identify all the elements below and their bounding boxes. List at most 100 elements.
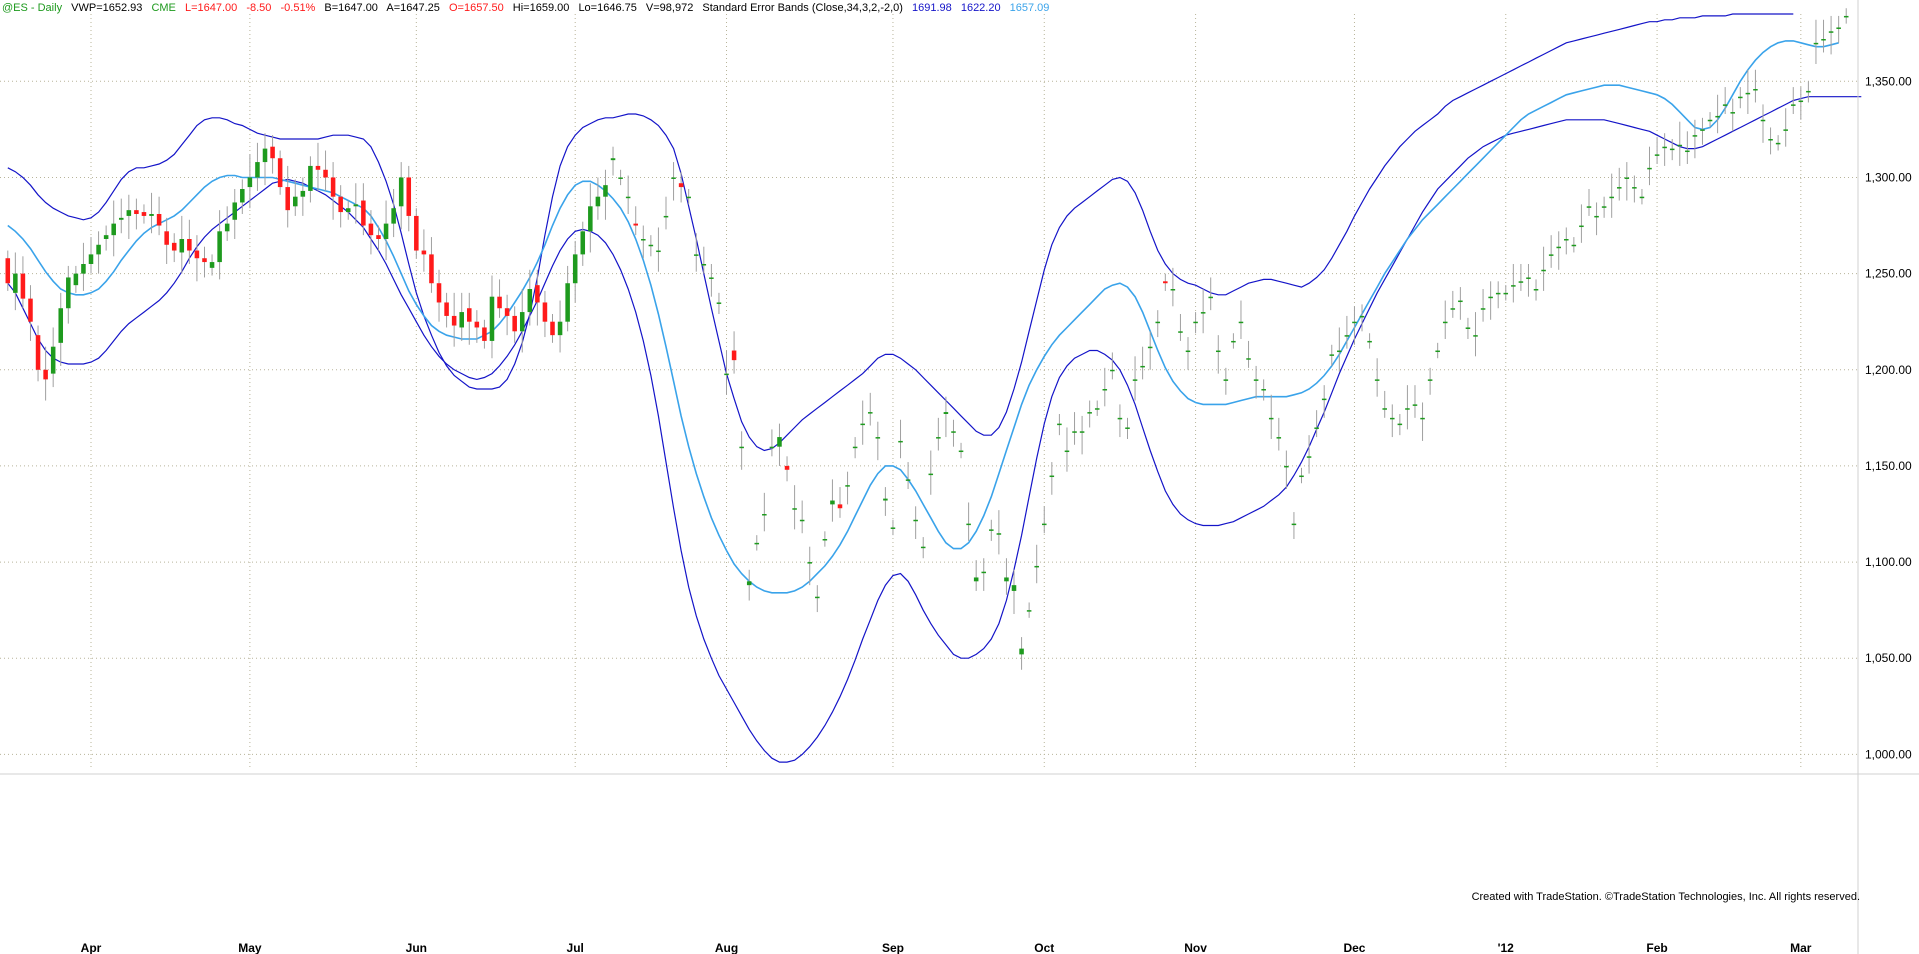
candle-up — [519, 312, 525, 332]
candle-up — [398, 177, 404, 207]
candle-up — [1707, 119, 1713, 122]
candle-down — [5, 258, 11, 284]
candle-up — [66, 277, 71, 309]
candle-up — [1745, 92, 1751, 95]
candle-up — [1238, 321, 1244, 324]
candle-up — [951, 431, 956, 433]
candle-up — [1541, 269, 1546, 272]
candle-up — [618, 177, 623, 179]
candle-up — [126, 210, 132, 216]
candle-up — [293, 196, 298, 207]
candle-up — [1034, 565, 1039, 568]
candle-up — [603, 185, 608, 197]
candle-down — [270, 146, 275, 159]
candle-up — [1405, 408, 1410, 410]
candle-up — [103, 235, 109, 239]
candle-up — [1299, 475, 1304, 478]
y-tick-label: 1,050.00 — [1865, 651, 1912, 665]
candle-down — [542, 302, 548, 322]
candle-up — [1435, 350, 1440, 353]
candle-up — [762, 514, 767, 516]
candle-up — [981, 571, 987, 574]
x-tick-label: Jul — [567, 941, 584, 954]
candle-up — [1738, 96, 1743, 99]
candle-down — [330, 177, 336, 197]
candle-down — [134, 210, 139, 214]
candle-up — [1488, 296, 1493, 299]
candle-up — [1072, 431, 1077, 433]
candle-down — [731, 350, 737, 361]
candle-up — [1753, 89, 1758, 91]
candle-up — [1775, 142, 1781, 145]
candle-up — [1087, 412, 1092, 414]
candle-up — [875, 437, 881, 439]
candle-up — [671, 177, 676, 179]
candle-up — [1178, 331, 1183, 333]
candle-up — [1639, 196, 1645, 199]
candle-down — [43, 369, 48, 380]
candle-up — [1685, 150, 1690, 153]
candle-up — [936, 437, 941, 439]
plot-background — [0, 0, 1919, 954]
candle-down — [28, 298, 33, 322]
candle-up — [716, 302, 722, 304]
candle-down — [474, 321, 480, 328]
x-tick-label: Feb — [1646, 941, 1667, 954]
candle-up — [996, 533, 1002, 535]
candle-down — [444, 302, 449, 316]
candle-up — [1722, 104, 1728, 106]
candle-down — [156, 214, 162, 226]
change-pct-label: -0.51% — [280, 2, 316, 14]
candle-up — [88, 254, 94, 264]
candle-up — [1654, 154, 1660, 156]
candle-up — [247, 177, 253, 188]
candle-up — [300, 190, 306, 197]
candle-up — [1518, 281, 1524, 283]
candle-up — [1503, 292, 1509, 295]
price-chart[interactable]: 1,000.00 1,050.00 1,100.00 1,150.00 1,200.00… — [0, 0, 1919, 954]
lower-band-value: 1622.20 — [960, 2, 1001, 14]
x-tick-label: Oct — [1034, 941, 1054, 954]
candle-up — [232, 202, 238, 220]
candle-up — [867, 412, 873, 414]
candle-up — [663, 215, 669, 218]
y-tick-label: 1,150.00 — [1865, 459, 1912, 473]
candle-up — [989, 529, 994, 531]
candle-up — [1495, 292, 1501, 295]
candle-up — [179, 239, 185, 253]
candle-up — [1004, 577, 1009, 582]
candle-up — [724, 373, 729, 376]
candle-up — [1306, 456, 1312, 458]
candle-up — [746, 581, 752, 586]
candle-down — [504, 308, 510, 316]
x-tick-label: '12 — [1498, 941, 1515, 954]
candle-down — [361, 200, 366, 226]
candle-up — [1700, 129, 1705, 131]
bid-label: B=1647.00 — [324, 2, 378, 14]
candle-up — [1344, 335, 1350, 337]
candle-up — [1420, 417, 1425, 420]
candle-up — [96, 244, 101, 255]
exchange-label: CME — [151, 2, 176, 14]
candle-up — [656, 250, 661, 253]
change-label: -8.50 — [246, 2, 272, 14]
candle-up — [1337, 350, 1342, 353]
candle-up — [1511, 285, 1516, 287]
candle-up — [588, 206, 593, 232]
symbol-label: @ES - Daily — [2, 2, 63, 14]
x-tick-label: Sep — [882, 941, 904, 954]
candle-down — [338, 196, 343, 213]
candle-down — [1163, 281, 1168, 284]
candle-up — [1261, 389, 1266, 391]
x-tick-label: Mar — [1790, 941, 1812, 954]
candle-up — [557, 321, 563, 336]
candle-up — [1170, 289, 1176, 291]
x-tick-label: Aug — [715, 941, 738, 954]
candle-down — [277, 158, 283, 188]
candle-up — [1208, 296, 1213, 299]
candle-up — [1374, 379, 1380, 381]
candle-up — [1458, 300, 1463, 303]
candle-up — [1382, 408, 1387, 410]
candle-down — [837, 504, 843, 509]
x-tick-label: May — [238, 941, 262, 954]
